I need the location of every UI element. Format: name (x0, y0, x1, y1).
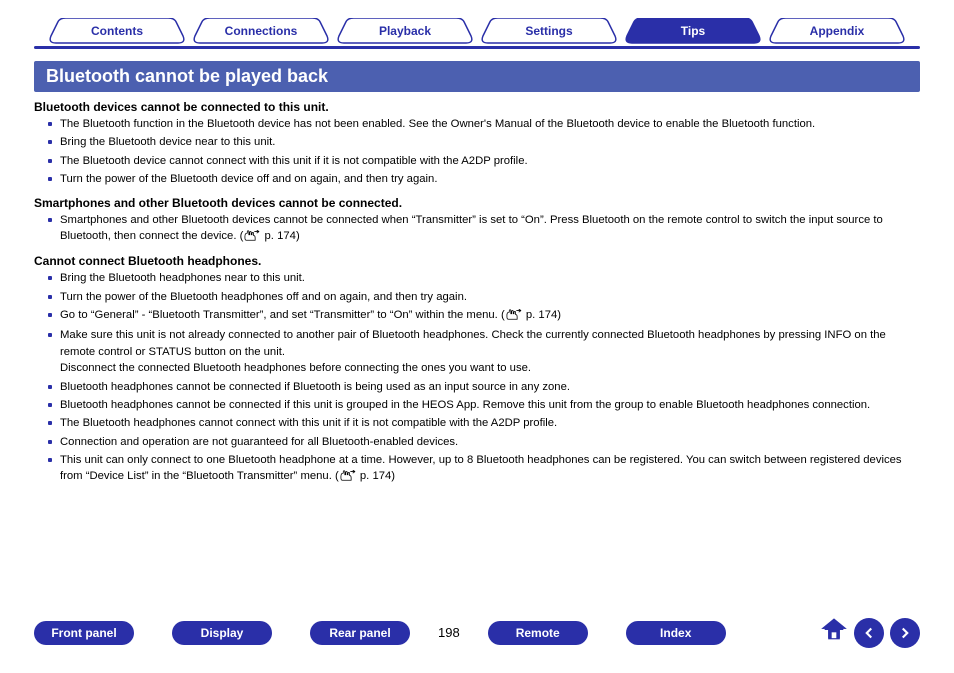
tab-playback[interactable]: Playback (336, 18, 474, 44)
tab-settings[interactable]: Settings (480, 18, 618, 44)
tab-label: Connections (192, 18, 330, 44)
home-icon[interactable] (820, 616, 848, 649)
list-item: Bring the Bluetooth device near to this … (60, 134, 920, 150)
page-reference-icon (244, 230, 260, 246)
list-item: Smartphones and other Bluetooth devices … (60, 212, 920, 247)
next-page-icon[interactable] (890, 618, 920, 648)
list-item: The Bluetooth headphones cannot connect … (60, 415, 920, 431)
section-title: Bluetooth cannot be played back (34, 61, 920, 92)
tab-label: Playback (336, 18, 474, 44)
subheading: Bluetooth devices cannot be connected to… (34, 100, 920, 114)
nav-display[interactable]: Display (172, 621, 272, 645)
list-item: Bluetooth headphones cannot be connected… (60, 397, 920, 413)
tab-label: Tips (624, 18, 762, 44)
tab-tips[interactable]: Tips (624, 18, 762, 44)
list-item: Connection and operation are not guarant… (60, 434, 920, 450)
prev-page-icon[interactable] (854, 618, 884, 648)
nav-rear-panel[interactable]: Rear panel (310, 621, 410, 645)
tab-connections[interactable]: Connections (192, 18, 330, 44)
page-reference-icon (340, 470, 356, 486)
nav-front-panel[interactable]: Front panel (34, 621, 134, 645)
tab-label: Appendix (768, 18, 906, 44)
list-item: Bluetooth headphones cannot be connected… (60, 379, 920, 395)
nav-index[interactable]: Index (626, 621, 726, 645)
list-item: Go to “General” - “Bluetooth Transmitter… (60, 307, 920, 325)
tab-appendix[interactable]: Appendix (768, 18, 906, 44)
list-item: Bring the Bluetooth headphones near to t… (60, 270, 920, 286)
subheading: Cannot connect Bluetooth headphones. (34, 254, 920, 268)
subheading: Smartphones and other Bluetooth devices … (34, 196, 920, 210)
list-item: Turn the power of the Bluetooth device o… (60, 171, 920, 187)
page-reference-icon (506, 309, 522, 325)
nav-remote[interactable]: Remote (488, 621, 588, 645)
list-item: The Bluetooth function in the Bluetooth … (60, 116, 920, 132)
page-number: 198 (438, 625, 460, 640)
list-item: Make sure this unit is not already conne… (60, 327, 920, 376)
list-item: The Bluetooth device cannot connect with… (60, 153, 920, 169)
tab-contents[interactable]: Contents (48, 18, 186, 44)
tab-label: Settings (480, 18, 618, 44)
tab-label: Contents (48, 18, 186, 44)
list-item: This unit can only connect to one Blueto… (60, 452, 920, 487)
list-item: Turn the power of the Bluetooth headphon… (60, 289, 920, 305)
